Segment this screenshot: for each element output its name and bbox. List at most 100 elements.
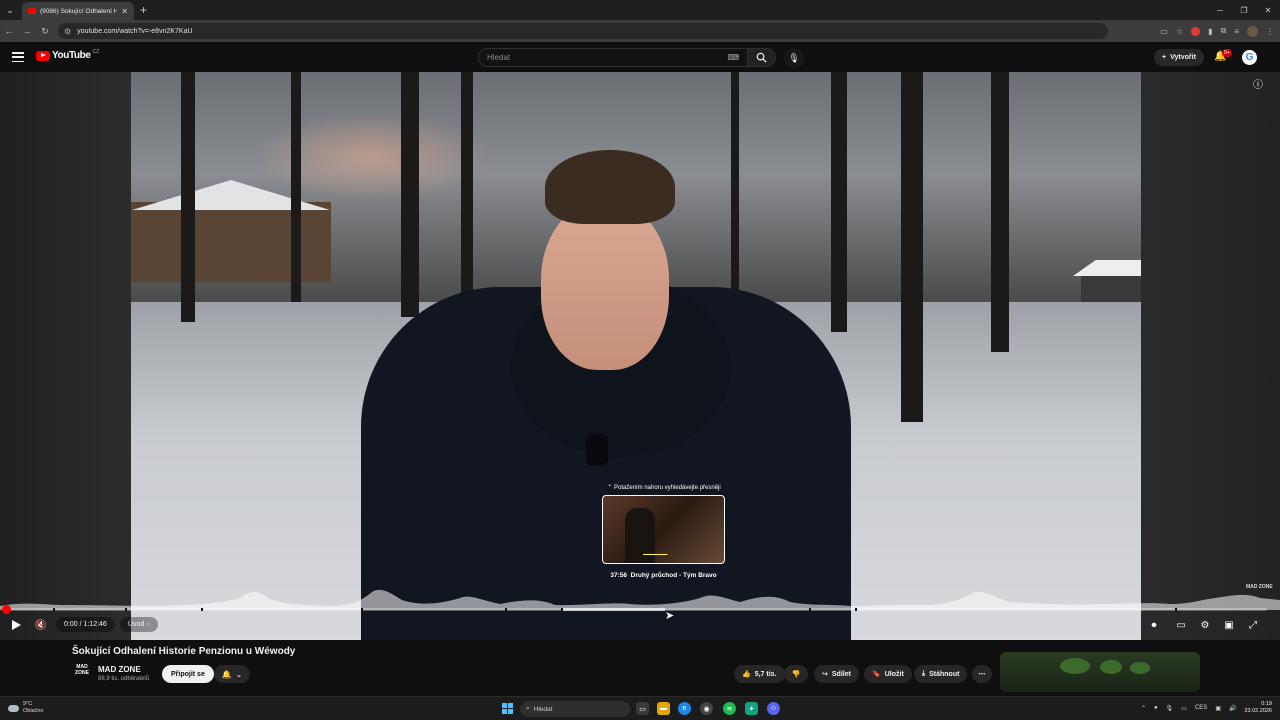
tree (901, 72, 923, 422)
guide-menu-icon[interactable] (12, 52, 24, 62)
browser-menu-icon[interactable]: ⋮ (1266, 27, 1274, 36)
chrome-icon[interactable]: ◉ (700, 702, 713, 715)
progress-bar[interactable] (5, 608, 1267, 611)
tray-app-icon[interactable]: ● (1154, 705, 1158, 711)
close-window-icon[interactable]: ✕ (1256, 0, 1280, 20)
subtitles-button[interactable]: ▭ (1174, 618, 1188, 632)
close-tab-icon[interactable]: ✕ (121, 7, 128, 16)
tree (401, 72, 419, 317)
search-button[interactable] (748, 48, 776, 67)
youtube-logo[interactable]: YouTube CZ (36, 48, 100, 61)
country-code: CZ (92, 48, 100, 55)
clock-date: 23.02.2026 (1244, 708, 1272, 714)
play-button[interactable] (10, 618, 22, 632)
back-icon[interactable]: ← (0, 20, 18, 42)
chapter-label: Úvod (128, 621, 145, 628)
search-icon (756, 52, 767, 63)
extension-red-icon[interactable] (1191, 26, 1201, 36)
browser-tab-bar: ⌄ (9086) Šokující Odhalení Historie ✕ + … (0, 0, 1280, 20)
save-label: Uložit (884, 670, 904, 678)
channel-logo[interactable]: MAD ZONE (72, 664, 92, 682)
task-view-icon[interactable]: ▭ (636, 702, 649, 715)
snip-icon[interactable]: ▭ (1181, 705, 1187, 712)
channel-name[interactable]: MAD ZONE (98, 665, 141, 674)
tree (181, 72, 195, 322)
new-tab-icon[interactable]: + (140, 3, 147, 17)
info-button[interactable]: ⓘ (1252, 76, 1264, 91)
chapter-gap (561, 608, 563, 611)
microphone-icon[interactable]: 🎙 (1166, 705, 1174, 712)
profile-avatar[interactable] (1247, 25, 1258, 37)
maximize-icon[interactable]: ❐ (1232, 0, 1256, 20)
search-input[interactable] (487, 53, 727, 62)
tree (831, 72, 847, 332)
window-controls: ─ ❐ ✕ (1208, 0, 1280, 20)
network-icon[interactable]: ▣ (1215, 705, 1221, 712)
scrubber-handle[interactable] (2, 605, 11, 614)
autoplay-toggle[interactable]: ⏺ (1148, 618, 1160, 632)
clock[interactable]: 0:19 23.02.2026 (1244, 701, 1272, 715)
search-box: ⌨ (478, 48, 748, 67)
address-bar[interactable]: ⚙ youtube.com/watch?v=-e8vn2K7KaU (58, 23, 1108, 39)
app-icon[interactable]: ✦ (745, 702, 758, 715)
create-button[interactable]: + Vytvořit (1154, 49, 1204, 66)
file-explorer-icon[interactable]: ▬ (657, 702, 670, 715)
account-avatar[interactable]: G (1242, 50, 1257, 65)
suggested-video-thumbnail[interactable] (1000, 652, 1200, 692)
subscriber-count: 88,9 tis. odběratelů (98, 676, 150, 682)
mouse-cursor-icon: ➤ (665, 610, 675, 622)
youtube-favicon-icon (28, 8, 36, 14)
extension-icon[interactable]: ▮ (1208, 27, 1212, 36)
volume-icon[interactable]: 🔊 (1229, 705, 1236, 712)
cast-icon[interactable]: ▭ (1160, 27, 1168, 36)
chapter-button[interactable]: Úvod › (120, 617, 158, 632)
seek-drag-hint: ⌃ Potažením nahoru vyhledávejte přesněji (590, 484, 738, 491)
volume-muted-icon: 🔇 (34, 619, 48, 631)
extensions-puzzle-icon[interactable]: ⧉ (1221, 26, 1227, 36)
chevron-up-icon: ⌃ (607, 485, 614, 491)
miniplayer-icon: ▣ (1224, 619, 1234, 631)
discord-icon[interactable]: ☺ (767, 702, 780, 715)
fullscreen-icon: ⤢ (1249, 619, 1257, 631)
weather-widget[interactable]: 9°C Oblačno (8, 701, 44, 715)
preview-time: 37:56 (610, 572, 628, 579)
browser-tab[interactable]: (9086) Šokující Odhalení Historie ✕ (22, 2, 134, 20)
reload-icon[interactable]: ↻ (36, 20, 54, 42)
media-icon[interactable]: ≡ (1234, 27, 1239, 36)
forward-icon[interactable]: → (18, 20, 36, 42)
keyboard-icon[interactable]: ⌨ (727, 53, 739, 62)
bookmark-star-icon[interactable]: ☆ (1176, 27, 1183, 36)
mute-button[interactable]: 🔇 (34, 618, 48, 632)
voice-search-button[interactable]: 🎙 (784, 48, 804, 68)
tree (461, 72, 473, 312)
site-info-icon[interactable]: ⚙ (64, 27, 71, 36)
like-button[interactable]: 👍 5,7 tis. (734, 665, 785, 683)
subscription-bell-button[interactable]: 🔔 ⌄ (214, 665, 250, 683)
show-hidden-icons-icon[interactable]: ⌃ (1141, 705, 1146, 712)
download-button[interactable]: ⤓ Stáhnout (914, 665, 968, 683)
edge-icon[interactable]: e (678, 702, 691, 715)
minimize-icon[interactable]: ─ (1208, 0, 1232, 20)
video-title: Šokující Odhalení Historie Penzionu u Wé… (72, 646, 296, 657)
share-button[interactable]: ↪ Sdílet (814, 665, 859, 683)
taskbar-search[interactable]: ⌕ Hledat (520, 701, 630, 717)
language-indicator[interactable]: CES (1195, 705, 1207, 711)
tab-title: (9086) Šokující Odhalení Historie (40, 7, 118, 15)
spotify-icon[interactable]: ≋ (723, 702, 736, 715)
video-player[interactable]: MAD ZONE ⌃ Potažením nahoru vyhledávejte… (0, 72, 1280, 640)
play-icon (11, 620, 21, 630)
fullscreen-button[interactable]: ⤢ (1246, 618, 1260, 632)
like-count: 5,7 tis. (754, 670, 777, 678)
save-button[interactable]: 🔖 Uložit (864, 665, 912, 683)
dislike-button[interactable]: 👎 (784, 665, 808, 683)
screen: ⌄ (9086) Šokující Odhalení Historie ✕ + … (0, 0, 1280, 720)
start-button[interactable] (502, 703, 513, 714)
browser-toolbar: ← → ↻ ⚙ youtube.com/watch?v=-e8vn2K7KaU (0, 20, 1280, 42)
miniplayer-button[interactable]: ▣ (1222, 618, 1236, 632)
join-button[interactable]: Připojit se (162, 665, 214, 683)
tab-search-icon[interactable]: ⌄ (0, 0, 20, 20)
more-actions-button[interactable]: ⋯ (972, 665, 992, 683)
lavalier-mic (586, 434, 608, 466)
bookmark-icon: 🔖 (872, 671, 881, 678)
settings-button[interactable]: ⚙ (1198, 618, 1212, 632)
